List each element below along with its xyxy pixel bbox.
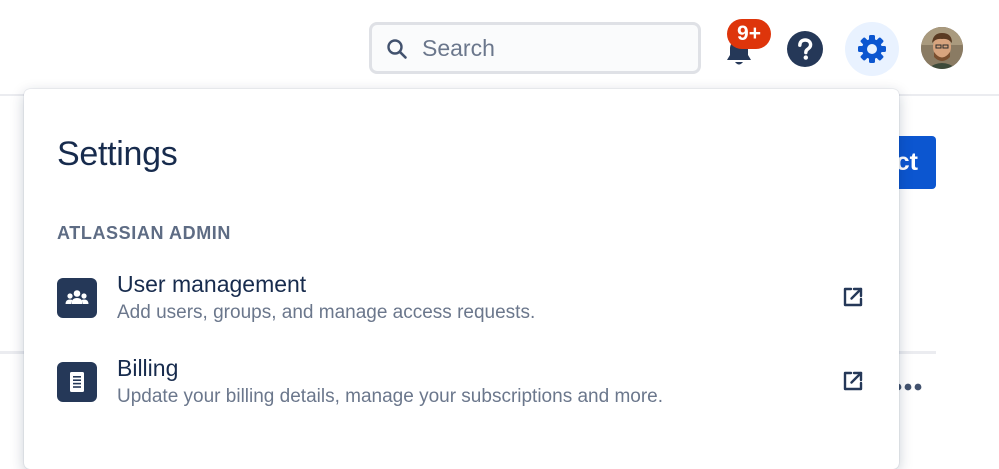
settings-dropdown-panel: Settings ATLASSIAN ADMIN User management… [24,89,899,469]
people-icon [57,278,97,318]
panel-title: Settings [57,135,178,173]
invoice-icon [57,362,97,402]
menu-item-description: Update your billing details, manage your… [117,386,664,407]
menu-item-user-management[interactable]: User management Add users, groups, and m… [24,267,899,347]
help-button[interactable] [787,31,823,67]
section-heading-atlassian-admin: ATLASSIAN ADMIN [57,223,231,243]
menu-item-title: User management [117,271,307,297]
avatar-image [921,27,963,69]
external-link-icon[interactable] [842,286,864,308]
search-input[interactable] [422,25,692,71]
menu-item-description: Add users, groups, and manage access req… [117,302,536,323]
user-avatar[interactable] [921,27,963,69]
question-icon [798,38,813,60]
external-link-icon[interactable] [842,370,864,392]
notification-count-badge: 9+ [727,19,771,49]
settings-button[interactable] [845,22,899,76]
menu-item-title: Billing [117,355,179,381]
menu-item-billing[interactable]: Billing Update your billing details, man… [24,351,899,431]
search-box[interactable] [369,22,701,74]
search-icon [387,39,407,59]
gear-icon [858,35,886,63]
top-navigation-bar: 9+ [0,0,999,96]
